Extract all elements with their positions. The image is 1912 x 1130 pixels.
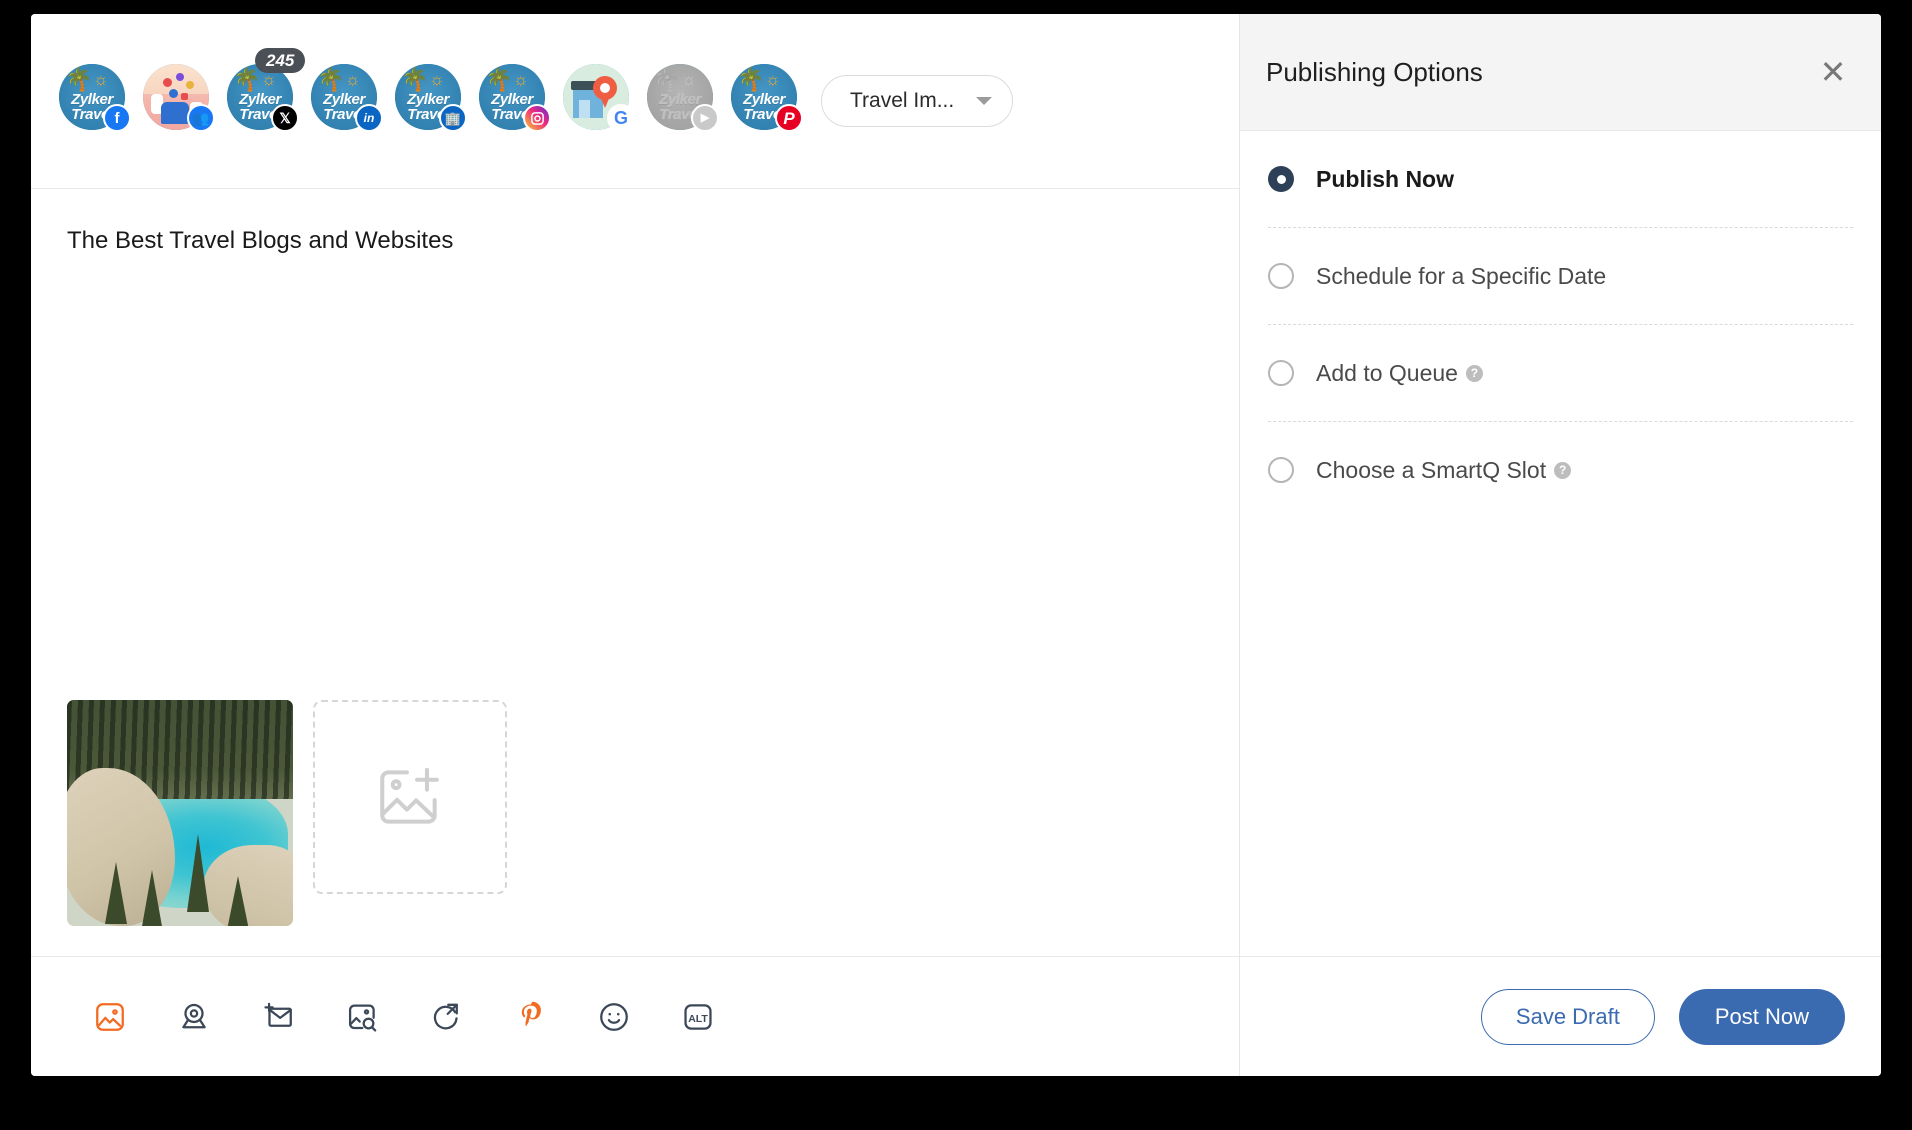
first-comment-button[interactable] xyxy=(257,996,299,1038)
add-location-button[interactable] xyxy=(173,996,215,1038)
linkedin-icon: in xyxy=(355,104,383,132)
panel-title: Publishing Options xyxy=(1266,56,1483,87)
option-label: Add to Queue xyxy=(1316,359,1458,386)
pine-tree xyxy=(105,862,127,924)
help-icon[interactable]: ? xyxy=(1465,364,1483,382)
post-now-button[interactable]: Post Now xyxy=(1678,988,1845,1045)
channel-selector-bar: 🌴 ☼ Zylker Travel f 👥 245 🌴 ☼ Zylker Tra… xyxy=(31,14,1239,189)
alt-text-button[interactable]: ALT xyxy=(677,996,719,1038)
option-schedule-specific-date[interactable]: Schedule for a Specific Date xyxy=(1268,228,1853,325)
add-message-icon xyxy=(264,1002,292,1027)
repost-arrow-icon xyxy=(433,1003,458,1029)
radio-schedule-specific-date[interactable] xyxy=(1268,263,1294,289)
palm-tree-icon: 🌴 xyxy=(653,67,681,92)
alt-text-icon: ALT xyxy=(684,1003,712,1030)
palm-tree-icon: 🌴 xyxy=(317,67,345,92)
sun-icon: ☼ xyxy=(513,70,529,89)
add-image-icon xyxy=(380,767,439,824)
pine-tree xyxy=(141,870,163,926)
publishing-actions: Save Draft Post Now xyxy=(1240,956,1881,1076)
channel-avatar-instagram[interactable]: 🌴 ☼ Zylker Travel xyxy=(479,64,563,138)
save-draft-button[interactable]: Save Draft xyxy=(1480,988,1655,1045)
channel-avatar-facebook[interactable]: 🌴 ☼ Zylker Travel f xyxy=(59,64,143,138)
publishing-options-header: Publishing Options ✕ xyxy=(1240,14,1881,131)
help-icon[interactable]: ? xyxy=(1554,461,1572,479)
repost-button[interactable] xyxy=(425,996,467,1038)
board-select[interactable]: Travel Im... xyxy=(821,75,1014,127)
publishing-options-pane: Publishing Options ✕ Publish Now Schedul… xyxy=(1240,14,1881,1076)
option-label: Schedule for a Specific Date xyxy=(1316,262,1607,289)
option-label: Publish Now xyxy=(1316,165,1454,192)
post-composer-window: 🌴 ☼ Zylker Travel f 👥 245 🌴 ☼ Zylker Tra… xyxy=(31,14,1881,1076)
option-label: Choose a SmartQ Slot xyxy=(1316,456,1547,483)
pine-tree xyxy=(227,876,249,926)
channel-avatar-x[interactable]: 245 🌴 ☼ Zylker Travel 𝕏 xyxy=(227,48,311,138)
svg-text:ALT: ALT xyxy=(688,1013,708,1024)
sun-icon: ☼ xyxy=(93,70,109,89)
character-count-badge: 245 xyxy=(255,48,306,73)
publishing-options-list: Publish Now Schedule for a Specific Date… xyxy=(1240,131,1881,956)
radio-add-to-queue[interactable] xyxy=(1268,360,1294,386)
add-image-button[interactable] xyxy=(89,996,131,1038)
post-editor-area[interactable]: The Best Travel Blogs and Websites xyxy=(31,189,1239,956)
emoji-icon xyxy=(600,1002,628,1031)
editor-pane: 🌴 ☼ Zylker Travel f 👥 245 🌴 ☼ Zylker Tra… xyxy=(31,14,1240,1076)
facebook-group-icon: 👥 xyxy=(187,104,215,132)
pinterest-options-button[interactable] xyxy=(509,996,551,1038)
channel-avatar-linkedin[interactable]: 🌴 ☼ Zylker Travel in xyxy=(311,64,395,138)
channel-avatar-google-business[interactable]: G xyxy=(563,64,647,138)
radio-publish-now[interactable] xyxy=(1268,166,1294,192)
palm-tree-icon: 🌴 xyxy=(485,67,513,92)
pinterest-icon: P xyxy=(775,104,803,132)
facebook-icon: f xyxy=(103,104,131,132)
chevron-down-icon xyxy=(976,97,993,105)
media-thumbnail[interactable] xyxy=(67,700,293,926)
radio-choose-smartq-slot[interactable] xyxy=(1268,457,1294,483)
palm-tree-icon: 🌴 xyxy=(737,67,765,92)
media-attachments xyxy=(67,700,507,926)
youtube-icon: ▶ xyxy=(691,104,719,132)
palm-tree-icon: 🌴 xyxy=(233,67,261,92)
image-icon xyxy=(96,1002,124,1031)
find-images-button[interactable] xyxy=(341,996,383,1038)
x-twitter-icon: 𝕏 xyxy=(271,104,299,132)
palm-tree-icon: 🌴 xyxy=(401,67,429,92)
editor-toolbar: ALT xyxy=(31,956,1239,1076)
board-select-label: Travel Im... xyxy=(850,89,955,112)
post-text[interactable]: The Best Travel Blogs and Websites xyxy=(67,225,1203,257)
google-business-icon: G xyxy=(607,104,635,132)
linkedin-page-icon: 🏢 xyxy=(439,104,467,132)
add-image-button[interactable] xyxy=(313,700,507,894)
option-add-to-queue[interactable]: Add to Queue ? xyxy=(1268,325,1853,422)
instagram-icon xyxy=(523,104,551,132)
pine-tree xyxy=(187,834,209,912)
channel-avatar-pinterest[interactable]: 🌴 ☼ Zylker Travel P xyxy=(731,64,815,138)
sun-icon: ☼ xyxy=(681,70,697,89)
option-choose-smartq-slot[interactable]: Choose a SmartQ Slot ? xyxy=(1268,422,1853,518)
channel-avatar-youtube[interactable]: 🌴 ☼ Zylker Travel ▶ xyxy=(647,64,731,138)
close-icon[interactable]: ✕ xyxy=(1813,52,1853,92)
channel-avatar-facebook-group[interactable]: 👥 xyxy=(143,64,227,138)
image-search-icon xyxy=(348,1004,377,1032)
sun-icon: ☼ xyxy=(429,70,445,89)
palm-tree-icon: 🌴 xyxy=(65,67,93,92)
channel-avatar-linkedin-page[interactable]: 🌴 ☼ Zylker Travel 🏢 xyxy=(395,64,479,138)
pinterest-icon xyxy=(521,1001,541,1026)
sun-icon: ☼ xyxy=(261,70,277,89)
sun-icon: ☼ xyxy=(345,70,361,89)
location-pin-icon xyxy=(182,1003,206,1028)
option-publish-now[interactable]: Publish Now xyxy=(1268,131,1853,228)
sun-icon: ☼ xyxy=(765,70,781,89)
emoji-button[interactable] xyxy=(593,996,635,1038)
